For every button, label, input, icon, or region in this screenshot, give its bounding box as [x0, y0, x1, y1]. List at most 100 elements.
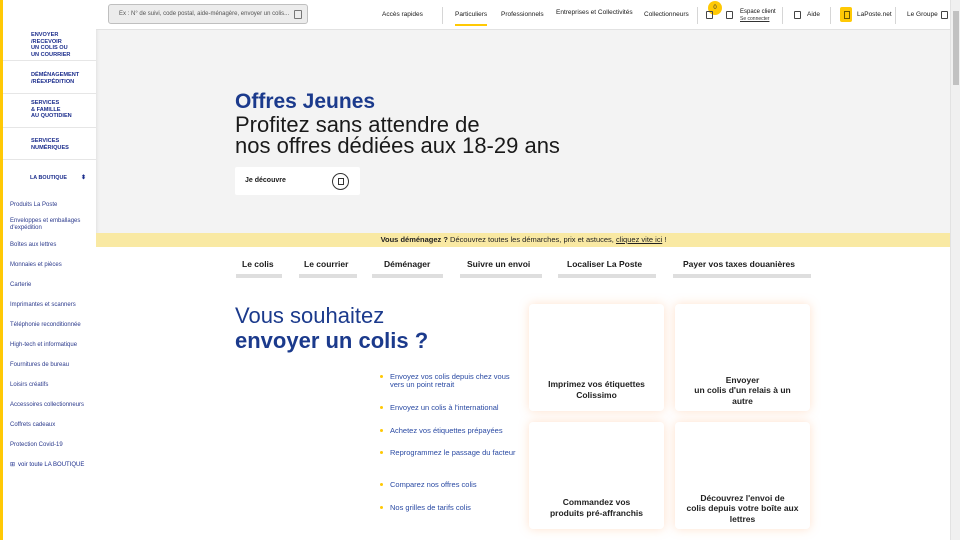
chevron-updown-icon: ⬍ — [80, 174, 86, 181]
main-content — [96, 247, 951, 540]
send-link[interactable]: Envoyez un colis à l'international — [380, 404, 520, 412]
send-link-label: Achetez vos étiquettes prépayées — [390, 426, 503, 435]
menu-icon[interactable] — [941, 11, 948, 19]
boutique-item-monnaies[interactable]: Monnaies et pièces — [10, 255, 96, 275]
boutique-item-boites[interactable]: Boîtes aux lettres — [10, 235, 96, 255]
tab-underline — [236, 274, 282, 278]
bullet-icon — [380, 406, 383, 409]
laposte-net-logo-icon[interactable] — [840, 7, 852, 22]
boutique-item-loisirs[interactable]: Loisirs créatifs — [10, 375, 96, 395]
send-link-label: Reprogrammez le passage du facteur — [390, 448, 516, 457]
boutique-item-protection[interactable]: Protection Covid-19 — [10, 435, 96, 455]
espace-client-link[interactable]: Espace client Se connecter — [740, 9, 776, 22]
boutique-item-telephonie[interactable]: Téléphonie reconditionnée — [10, 315, 96, 335]
send-link[interactable]: Reprogrammez le passage du facteur — [380, 449, 520, 457]
sidebar-item-services-numeriques[interactable]: SERVICES NUMÉRIQUES — [3, 128, 96, 160]
bullet-icon — [380, 451, 383, 454]
card-pre-affranchis[interactable]: Commandez vos produits pré-affranchis — [529, 422, 664, 529]
left-sidebar: ENVOYER /RECEVOIR UN COLIS OU UN COURRIE… — [0, 0, 96, 540]
laposte-net-link[interactable]: LaPoste.net — [857, 11, 892, 18]
arrow-circle-icon — [332, 173, 349, 190]
header-divider — [442, 7, 443, 24]
boutique-item-imprimantes[interactable]: Imprimantes et scanners — [10, 295, 96, 315]
send-link[interactable]: Achetez vos étiquettes prépayées — [380, 427, 520, 435]
send-title-line-2: envoyer un colis ? — [235, 328, 429, 353]
tab-underline — [673, 274, 811, 278]
sidebar-item-label: DÉMÉNAGEMENT /RÉEXPÉDITION — [31, 72, 80, 85]
tab-underline — [558, 274, 656, 278]
tab-taxes[interactable]: Payer vos taxes douanières — [683, 259, 795, 269]
card-imprimez-etiquettes[interactable]: Imprimez vos étiquettes Colissimo — [529, 304, 664, 411]
see-all-label: voir toute LA BOUTIQUE — [18, 461, 85, 468]
tab-courrier[interactable]: Le courrier — [304, 259, 348, 269]
search-icon[interactable] — [294, 10, 302, 19]
tab-colis[interactable]: Le colis — [242, 259, 274, 269]
banner-link[interactable]: cliquez vite ici — [616, 235, 662, 244]
tab-suivre[interactable]: Suivre un envoi — [467, 259, 530, 269]
card-label: Envoyer un colis d'un relais à un autre — [694, 374, 791, 406]
card-label: Découvrez l'envoi de colis depuis votre … — [686, 492, 799, 524]
send-link[interactable]: Envoyez vos colis depuis chez vous vers … — [380, 373, 520, 389]
sidebar-item-envoyer[interactable]: ENVOYER /RECEVOIR UN COLIS OU UN COURRIE… — [3, 0, 96, 61]
scrollbar-thumb[interactable] — [953, 11, 959, 85]
sidebar-item-services-famille[interactable]: SERVICES & FAMILLE AU QUOTIDIEN — [3, 94, 96, 128]
see-all-boutique-link[interactable]: ⊞ voir toute LA BOUTIQUE — [3, 461, 96, 469]
se-connecter-link[interactable]: Se connecter — [740, 16, 776, 23]
page: ENVOYER /RECEVOIR UN COLIS OU UN COURRIE… — [0, 0, 960, 540]
nav-entreprises[interactable]: Entreprises et Collectivités — [556, 9, 633, 16]
cart-icon[interactable] — [706, 11, 713, 19]
user-icon[interactable] — [726, 11, 733, 19]
bullet-icon — [380, 429, 383, 432]
aide-link[interactable]: Aide — [807, 11, 820, 18]
boutique-item-enveloppes[interactable]: Enveloppes et emballages d'expédition — [10, 215, 96, 235]
send-link[interactable]: Comparez nos offres colis — [380, 481, 520, 489]
search-placeholder: Ex : N° de suivi, code postal, aide-ména… — [119, 11, 290, 17]
tab-underline — [460, 274, 542, 278]
nav-particuliers[interactable]: Particuliers — [455, 11, 488, 26]
boutique-item-hightech[interactable]: High-tech et informatique — [10, 335, 96, 355]
send-link[interactable]: Nos grilles de tarifs colis — [380, 504, 520, 512]
boutique-title: LA BOUTIQUE — [30, 175, 67, 181]
nav-professionnels[interactable]: Professionnels — [501, 11, 544, 18]
sidebar-item-label: SERVICES & FAMILLE AU QUOTIDIEN — [31, 100, 72, 120]
header-divider — [895, 7, 896, 24]
banner-end: ! — [662, 235, 667, 244]
plus-icon: ⊞ — [10, 462, 16, 468]
bullet-icon — [380, 506, 383, 509]
header-divider — [830, 7, 831, 24]
hero-kicker: Offres Jeunes — [235, 90, 376, 113]
boutique-toggle[interactable]: LA BOUTIQUE ⬍ — [3, 161, 96, 195]
boutique-item-carterie[interactable]: Carterie — [10, 275, 96, 295]
tab-demenager[interactable]: Déménager — [384, 259, 430, 269]
card-label: Imprimez vos étiquettes Colissimo — [548, 379, 645, 400]
card-relais[interactable]: Envoyer un colis d'un relais à un autre — [675, 304, 810, 411]
help-icon[interactable] — [794, 11, 801, 19]
le-groupe-link[interactable]: Le Groupe — [907, 11, 938, 18]
boutique-item-produits[interactable]: Produits La Poste — [10, 195, 96, 215]
tab-localiser[interactable]: Localiser La Poste — [567, 259, 642, 269]
nav-collectionneurs[interactable]: Collectionneurs — [644, 11, 689, 18]
decouvre-button[interactable]: Je découvre — [235, 167, 360, 195]
header-divider — [697, 7, 698, 24]
top-header: Ex : N° de suivi, code postal, aide-ména… — [96, 0, 950, 30]
sidebar-item-label: SERVICES NUMÉRIQUES — [31, 138, 69, 151]
card-boite-aux-lettres[interactable]: Découvrez l'envoi de colis depuis votre … — [675, 422, 810, 529]
boutique-list: Produits La Poste Enveloppes et emballag… — [3, 195, 96, 455]
send-title-line-1: Vous souhaitez — [235, 303, 385, 328]
boutique-item-coffrets[interactable]: Coffrets cadeaux — [10, 415, 96, 435]
search-input[interactable]: Ex : N° de suivi, code postal, aide-ména… — [108, 4, 308, 24]
boutique-item-fournitures[interactable]: Fournitures de bureau — [10, 355, 96, 375]
banner-text: Découvrez toutes les démarches, prix et … — [447, 235, 616, 244]
bullet-icon — [380, 483, 383, 486]
tab-underline — [372, 274, 443, 278]
send-link-label: Envoyez un colis à l'international — [390, 403, 499, 412]
boutique-item-accessoires[interactable]: Accessoires collectionneurs — [10, 395, 96, 415]
banner-bold: Vous déménagez ? — [380, 235, 448, 244]
quick-access-link[interactable]: Accès rapides — [382, 11, 423, 18]
sidebar-item-demenagement[interactable]: DÉMÉNAGEMENT /RÉEXPÉDITION — [3, 61, 96, 94]
decouvre-label: Je découvre — [245, 177, 286, 184]
page-scrollbar[interactable] — [950, 0, 960, 540]
moving-banner: Vous déménagez ? Découvrez toutes les dé… — [96, 233, 951, 247]
send-link-label: Nos grilles de tarifs colis — [390, 503, 471, 512]
send-link-label: Envoyez vos colis depuis chez vous vers … — [390, 372, 510, 389]
